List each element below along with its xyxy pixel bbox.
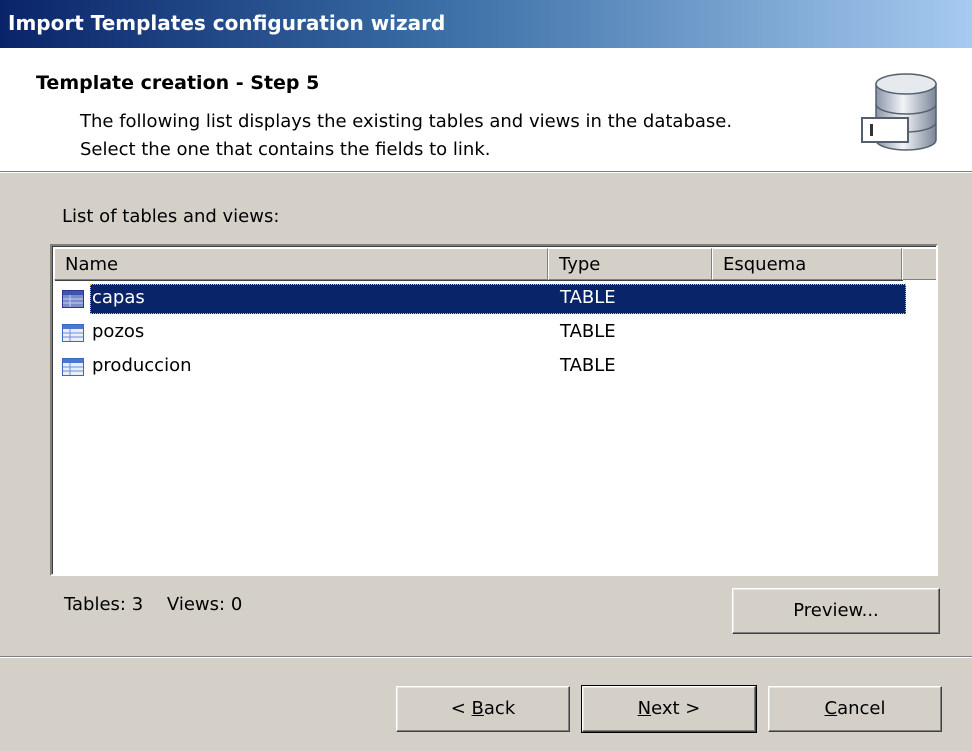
views-count-value: 0 <box>230 594 243 615</box>
table-icon <box>62 324 84 342</box>
back-label-mnemonic: B <box>471 698 484 719</box>
selection-highlight <box>90 284 906 314</box>
row-type: TABLE <box>560 355 616 376</box>
back-button[interactable]: < Back <box>396 686 570 732</box>
row-name: capas <box>92 287 145 308</box>
column-header-name[interactable]: Name <box>54 248 548 280</box>
row-type: TABLE <box>560 287 616 308</box>
step-description-line-1: The following list displays the existing… <box>80 111 733 132</box>
cancel-label-mnemonic: C <box>824 698 838 719</box>
views-count-label: Views: <box>166 594 226 615</box>
cancel-button[interactable]: Cancel <box>768 686 942 732</box>
back-label-prefix: < <box>450 698 472 719</box>
table-row[interactable]: produccion TABLE <box>54 350 936 384</box>
tables-count-value: 3 <box>131 594 144 615</box>
step-description: The following list displays the existing… <box>80 108 732 164</box>
wizard-header: Template creation - Step 5 The following… <box>0 48 972 173</box>
column-header-esquema[interactable]: Esquema <box>712 248 902 280</box>
step-title: Template creation - Step 5 <box>36 72 320 94</box>
step-description-line-2: Select the one that contains the fields … <box>80 139 491 160</box>
table-view-counts: Tables: 3 Views: 0 <box>64 594 242 615</box>
next-label-mnemonic: N <box>637 698 652 719</box>
list-rows: capas TABLE pozos TABLE produccion TABLE <box>54 282 936 384</box>
tables-list[interactable]: Name Type Esquema capas TABLE pozos TABL… <box>50 244 938 576</box>
database-icon <box>861 73 937 151</box>
row-name: produccion <box>92 355 192 376</box>
table-row[interactable]: capas TABLE <box>54 282 936 316</box>
row-type: TABLE <box>560 321 616 342</box>
cancel-label-rest: ancel <box>837 698 886 719</box>
next-button[interactable]: Next > <box>581 685 757 733</box>
list-header: Name Type Esquema <box>54 248 936 280</box>
window-title: Import Templates configuration wizard <box>0 0 972 48</box>
next-label-rest: ext > <box>651 698 701 719</box>
table-row[interactable]: pozos TABLE <box>54 316 936 350</box>
list-label: List of tables and views: <box>62 206 280 227</box>
footer-divider <box>0 656 972 658</box>
table-icon <box>62 358 84 376</box>
tables-count-label: Tables: <box>64 594 126 615</box>
column-header-type[interactable]: Type <box>548 248 712 280</box>
back-label-rest: ack <box>483 698 516 719</box>
table-icon <box>62 290 84 308</box>
preview-button[interactable]: Preview... <box>732 588 940 634</box>
row-name: pozos <box>92 321 145 342</box>
column-header-filler <box>902 248 936 280</box>
